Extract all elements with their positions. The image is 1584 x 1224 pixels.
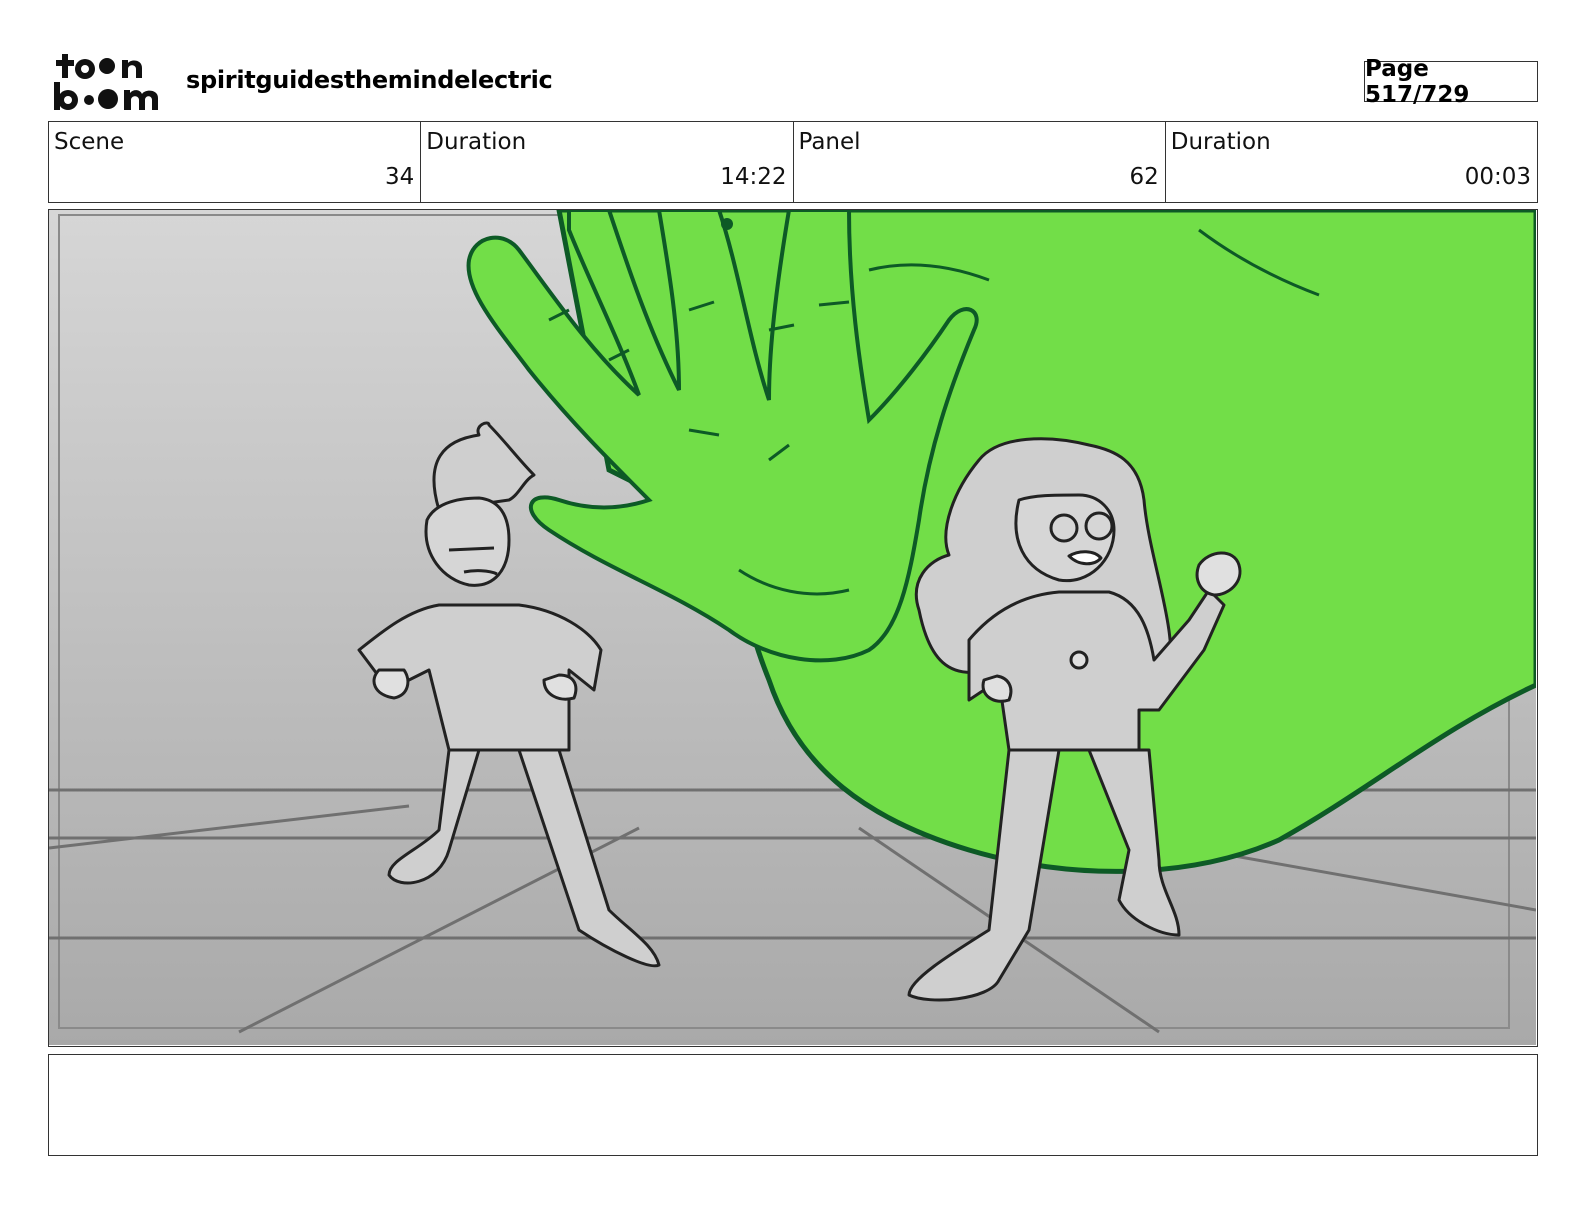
panel-cell: Panel 62	[794, 122, 1166, 202]
scene-label: Scene	[54, 129, 125, 155]
panel-label: Panel	[798, 129, 861, 155]
page-label: Page 517/729	[1365, 55, 1470, 108]
spirit-eye-dot	[721, 218, 733, 230]
panel-drawing	[49, 210, 1536, 1045]
scene-duration-cell: Duration 14:22	[421, 122, 794, 202]
panel-duration-label: Duration	[1170, 129, 1271, 155]
panel-duration-value: 00:03	[1464, 164, 1531, 190]
scene-cell: Scene 34	[49, 122, 422, 202]
panel-duration-cell: Duration 00:03	[1166, 122, 1537, 202]
scene-duration-value: 14:22	[720, 164, 787, 190]
panel-notes-box	[48, 1054, 1538, 1156]
project-title: spiritguidesthemindelectric	[186, 66, 553, 94]
panel-value: 62	[1129, 164, 1159, 190]
panel-info-table: Scene 34 Duration 14:22 Panel 62 Duratio…	[48, 121, 1538, 203]
page-indicator: Page 517/729	[1364, 56, 1538, 108]
scene-value: 34	[384, 164, 415, 190]
toonboom-logo	[54, 54, 158, 110]
storyboard-panel-image	[48, 209, 1538, 1047]
scene-duration-label: Duration	[426, 129, 527, 155]
